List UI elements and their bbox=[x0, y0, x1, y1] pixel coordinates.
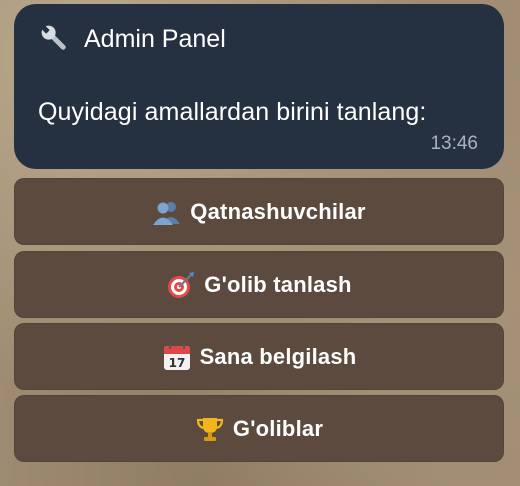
message-text: Quyidagi amallardan birini tanlang: bbox=[38, 98, 427, 126]
set-date-label: Sana belgilash bbox=[199, 343, 357, 369]
message-title-row: Admin Panel bbox=[38, 20, 482, 58]
message-bubble: Admin Panel Quyidagi amallardan birini t… bbox=[14, 4, 504, 169]
winners-label: G'oliblar bbox=[232, 415, 324, 441]
message-title: Admin Panel bbox=[84, 24, 226, 53]
svg-text:17: 17 bbox=[168, 356, 185, 370]
wrench-icon bbox=[41, 25, 66, 50]
set-date-button[interactable]: 17 Sana belgilash bbox=[14, 323, 504, 390]
trophy-icon bbox=[196, 417, 224, 441]
choose-winner-button[interactable]: G'olib tanlash bbox=[14, 251, 504, 318]
choose-winner-label: G'olib tanlash bbox=[204, 271, 352, 297]
winners-button[interactable]: G'oliblar bbox=[14, 395, 504, 462]
participants-label: Qatnashuvchilar bbox=[190, 198, 366, 224]
calendar-icon: 17 bbox=[163, 343, 190, 370]
people-icon bbox=[153, 201, 181, 225]
message-time: 13:46 bbox=[430, 133, 478, 154]
participants-button[interactable]: Qatnashuvchilar bbox=[14, 178, 504, 245]
target-dart-icon bbox=[168, 271, 195, 298]
